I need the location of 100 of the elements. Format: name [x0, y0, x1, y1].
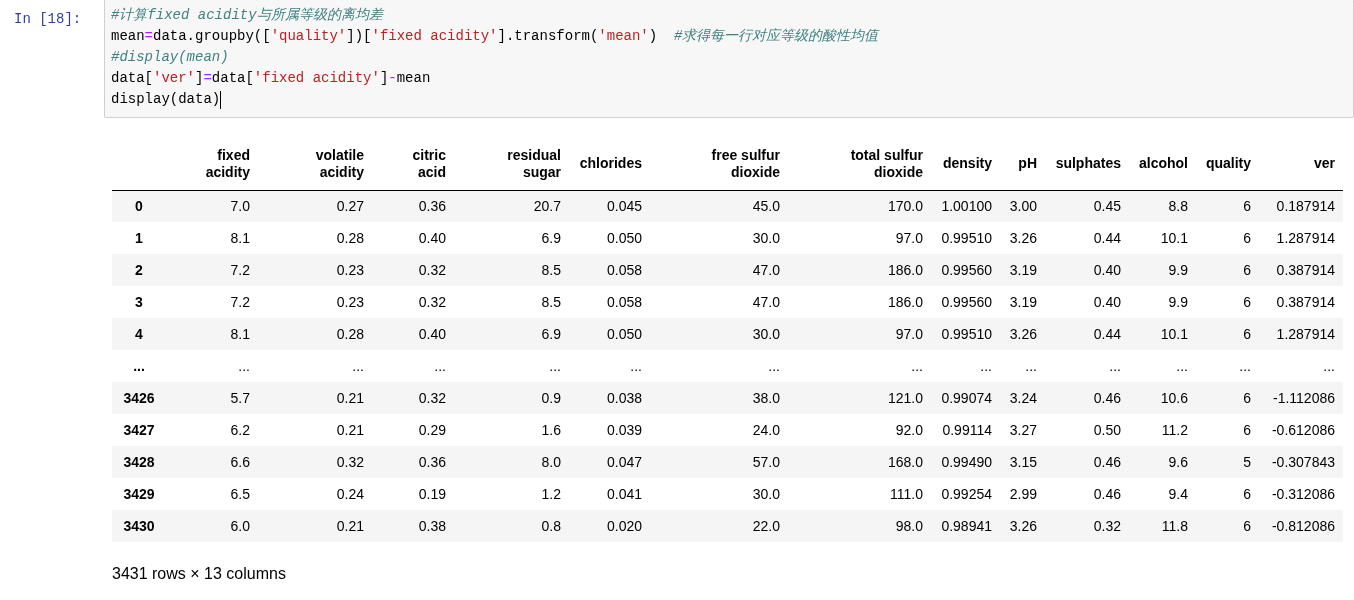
table-cell: 0.99510: [931, 222, 1000, 254]
table-summary: 3431 rows × 13 columns: [112, 564, 287, 584]
table-cell: 168.0: [788, 446, 931, 478]
table-cell: ...: [788, 350, 931, 382]
table-cell: 0.99074: [931, 382, 1000, 414]
table-cell: 9.9: [1129, 286, 1196, 318]
table-cell: 0.44: [1045, 222, 1129, 254]
code-line: #计算fixed acidity与所属等级的离均差: [111, 6, 383, 25]
table-cell: -0.812086: [1259, 510, 1343, 542]
table-cell: 0.041: [569, 478, 650, 510]
table-cell: ...: [1045, 350, 1129, 382]
table-cell: 0.038: [569, 382, 650, 414]
table-cell: 111.0: [788, 478, 931, 510]
table-cell: 6.2: [170, 414, 258, 446]
table-cell: -0.312086: [1259, 478, 1343, 510]
row-index: 3427: [112, 414, 170, 446]
table-cell: 186.0: [788, 286, 931, 318]
table-cell: 0.050: [569, 222, 650, 254]
table-cell: 0.21: [258, 414, 372, 446]
table-cell: 0.039: [569, 414, 650, 446]
table-cell: 8.0: [454, 446, 569, 478]
table-cell: 0.38: [372, 510, 454, 542]
code-line: data['ver']=data['fixed acidity']-mean: [111, 69, 431, 88]
table-cell: 0.21: [258, 510, 372, 542]
table-cell: 0.50: [1045, 414, 1129, 446]
column-header: volatile acidity: [258, 138, 372, 190]
table-cell: 6: [1196, 286, 1259, 318]
table-cell: -0.307843: [1259, 446, 1343, 478]
table-cell: 0.99560: [931, 286, 1000, 318]
table-cell: 0.19: [372, 478, 454, 510]
table-cell: 6.0: [170, 510, 258, 542]
table-cell: 0.44: [1045, 318, 1129, 350]
table-cell: 24.0: [650, 414, 788, 446]
table-cell: 3.00: [1000, 190, 1045, 222]
table-cell: 8.1: [170, 318, 258, 350]
code-cell[interactable]: #计算fixed acidity与所属等级的离均差 mean=data.groupby(['quality'])['fixed acidity'].transform('mean') #求得每一行对应等级的酸性均值 #display(mean) data['ver']=data['fixed acidity']-mean display(data): [104, 0, 1354, 118]
table-cell: 47.0: [650, 254, 788, 286]
column-header: pH: [1000, 138, 1045, 190]
code-line: mean=data.groupby(['quality'])['fixed acidity'].transform('mean') #求得每一行对应等级的酸性均值: [111, 27, 879, 46]
table-cell: 9.9: [1129, 254, 1196, 286]
code-line: #display(mean): [111, 48, 229, 67]
table-cell: ...: [931, 350, 1000, 382]
table-cell: ...: [170, 350, 258, 382]
table-cell: 0.387914: [1259, 254, 1343, 286]
table-cell: 7.2: [170, 286, 258, 318]
table-cell: 8.5: [454, 254, 569, 286]
table-cell: 0.36: [372, 190, 454, 222]
table-cell: ...: [1259, 350, 1343, 382]
table-cell: -0.612086: [1259, 414, 1343, 446]
table-cell: 0.99560: [931, 254, 1000, 286]
table-cell: 0.32: [372, 286, 454, 318]
row-index: 3428: [112, 446, 170, 478]
table-cell: 3.27: [1000, 414, 1045, 446]
table-cell: 0.46: [1045, 382, 1129, 414]
table-cell: 98.0: [788, 510, 931, 542]
table-cell: 0.387914: [1259, 286, 1343, 318]
table-cell: 6: [1196, 190, 1259, 222]
table-cell: 0.46: [1045, 446, 1129, 478]
row-index: 1: [112, 222, 170, 254]
table-cell: 0.23: [258, 254, 372, 286]
row-index: ...: [112, 350, 170, 382]
table-cell: 0.46: [1045, 478, 1129, 510]
table-cell: 0.40: [372, 222, 454, 254]
table-cell: 170.0: [788, 190, 931, 222]
row-index: 3429: [112, 478, 170, 510]
table-cell: 0.047: [569, 446, 650, 478]
table-cell: 45.0: [650, 190, 788, 222]
table-cell: 10.1: [1129, 318, 1196, 350]
row-index: 0: [112, 190, 170, 222]
table-cell: 57.0: [650, 446, 788, 478]
table-cell: 1.6: [454, 414, 569, 446]
table-cell: 7.2: [170, 254, 258, 286]
column-header: chlorides: [569, 138, 650, 190]
table-cell: 3.15: [1000, 446, 1045, 478]
table-cell: 1.287914: [1259, 222, 1343, 254]
table-cell: 11.8: [1129, 510, 1196, 542]
table-cell: 0.32: [258, 446, 372, 478]
table-cell: ...: [569, 350, 650, 382]
table-cell: 0.24: [258, 478, 372, 510]
table-cell: 0.28: [258, 318, 372, 350]
table-cell: 0.32: [372, 254, 454, 286]
table-cell: 20.7: [454, 190, 569, 222]
table-cell: 10.6: [1129, 382, 1196, 414]
table-cell: 0.045: [569, 190, 650, 222]
table-cell: 0.9: [454, 382, 569, 414]
table-cell: 9.6: [1129, 446, 1196, 478]
table-cell: 6.9: [454, 222, 569, 254]
table-cell: 6.9: [454, 318, 569, 350]
table-cell: 5: [1196, 446, 1259, 478]
table-cell: 0.28: [258, 222, 372, 254]
table-cell: 97.0: [788, 318, 931, 350]
table-cell: 6: [1196, 478, 1259, 510]
column-header: alcohol: [1129, 138, 1196, 190]
table-cell: 7.0: [170, 190, 258, 222]
table-cell: 11.2: [1129, 414, 1196, 446]
code-line: display(data): [111, 90, 221, 109]
table-cell: 6: [1196, 382, 1259, 414]
row-index: 4: [112, 318, 170, 350]
column-header: quality: [1196, 138, 1259, 190]
table-cell: 0.187914: [1259, 190, 1343, 222]
